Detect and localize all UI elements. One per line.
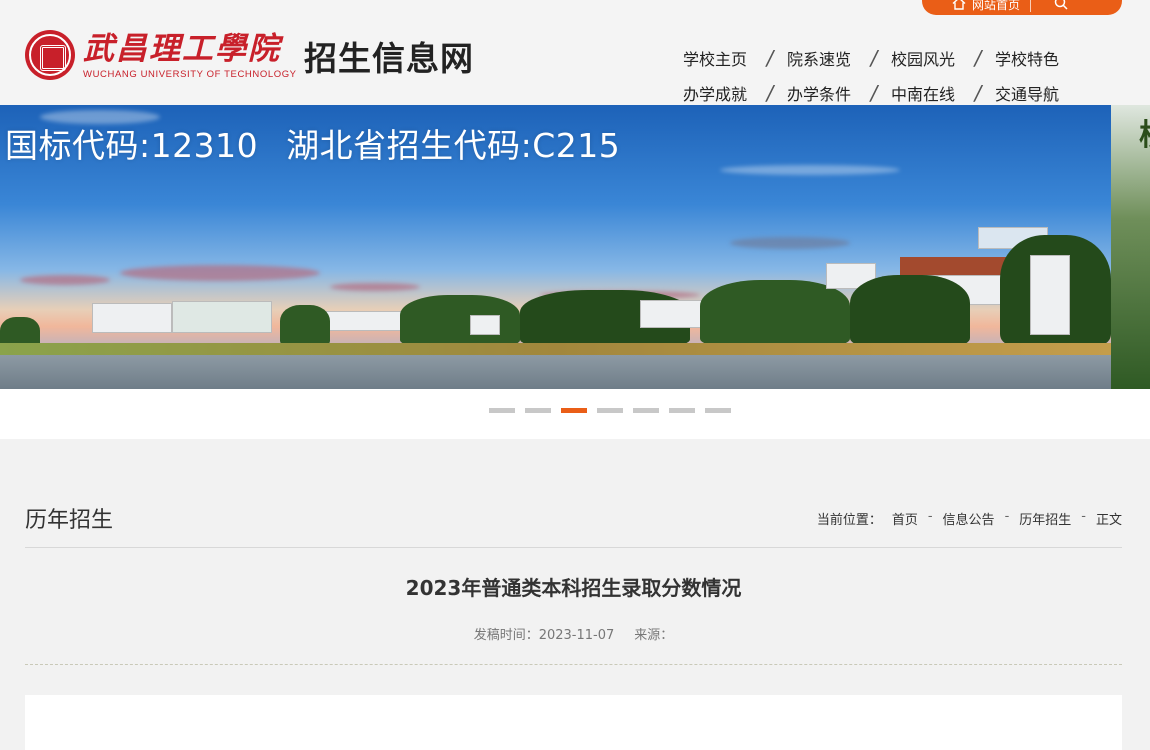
carousel-dot[interactable] [633, 408, 659, 413]
search-icon [1054, 0, 1068, 13]
search-button[interactable] [1031, 0, 1091, 15]
lake [0, 355, 1111, 389]
carousel-dot[interactable] [597, 408, 623, 413]
top-utility-bar: 网站首页 [922, 0, 1122, 15]
carousel-dot[interactable] [561, 408, 587, 413]
nav-item[interactable]: 办学成就 [683, 81, 753, 105]
site-home-link[interactable]: 网站首页 [922, 0, 1020, 15]
nav-item[interactable]: 中南在线 [891, 81, 961, 105]
article-meta: 发稿时间：2023-11-07 来源： [25, 624, 1122, 643]
carousel-dot[interactable] [669, 408, 695, 413]
nav-separator: / [766, 80, 774, 105]
hero-banner[interactable]: 校 国标代码:12310 湖北省招生代码:C215 [0, 105, 1150, 389]
breadcrumb: 当前位置： 首页 - 信息公告 - 历年招生 - 正文 [817, 509, 1122, 528]
university-logo[interactable]: 武昌理工學院 WUCHANG UNIVERSITY OF TECHNOLOGY [25, 30, 297, 80]
nav-separator: / [974, 80, 982, 105]
national-code: 国标代码:12310 [5, 126, 259, 165]
nav-item[interactable]: 学校主页 [683, 46, 753, 70]
breadcrumb-separator: - [1004, 509, 1010, 524]
article-title: 2023年普通类本科招生录取分数情况 [405, 576, 742, 600]
nav-row-1: 学校主页 / 院系速览 / 校园风光 / 学校特色 [683, 40, 1083, 75]
logo-chinese-name: 武昌理工學院 [83, 30, 281, 67]
site-header: 网站首页 武昌理工學院 WUCHANG UNIVERSITY OF TECHNO… [0, 0, 1150, 105]
nav-separator: / [870, 80, 878, 105]
article-body [25, 695, 1122, 750]
nav-separator: / [870, 45, 878, 70]
nav-item[interactable]: 院系速览 [787, 46, 857, 70]
nav-item[interactable]: 学校特色 [995, 46, 1065, 70]
breadcrumb-item[interactable]: 首页 [892, 509, 918, 528]
site-name: 招生信息网 [304, 39, 474, 78]
university-seal-icon [25, 30, 75, 80]
main-nav: 学校主页 / 院系速览 / 校园风光 / 学校特色 办学成就 / 办学条件 / 中南在线 /… [683, 40, 1083, 110]
breadcrumb-separator: - [927, 509, 933, 524]
hubei-enrollment-code: 湖北省招生代码:C215 [286, 126, 621, 165]
breadcrumb-prefix: 当前位置： [816, 513, 882, 528]
nav-item[interactable]: 交通导航 [995, 81, 1065, 105]
carousel-dot[interactable] [525, 408, 551, 413]
nav-separator: / [766, 45, 774, 70]
nav-item[interactable]: 校园风光 [891, 46, 961, 70]
home-icon [952, 0, 966, 13]
logo-english-name: WUCHANG UNIVERSITY OF TECHNOLOGY [83, 68, 297, 80]
meta-divider [25, 664, 1122, 665]
publish-date: 发稿时间：2023-11-07 [473, 628, 615, 643]
site-home-label: 网站首页 [972, 0, 1021, 12]
section-header: 历年招生 当前位置： 首页 - 信息公告 - 历年招生 - 正文 [25, 490, 1122, 548]
nav-separator: / [974, 45, 982, 70]
section-title: 历年招生 [25, 508, 114, 533]
breadcrumb-item-current: 正文 [1095, 513, 1122, 528]
banner-codes: 国标代码:12310 湖北省招生代码:C215 [5, 119, 648, 167]
carousel-dot[interactable] [705, 408, 731, 413]
breadcrumb-item[interactable]: 历年招生 [1019, 509, 1071, 528]
next-slide-preview: 校 [1111, 105, 1150, 389]
article-source: 来源： [634, 628, 674, 643]
carousel-pagination [0, 389, 1150, 439]
carousel-dot[interactable] [489, 408, 515, 413]
nav-item[interactable]: 办学条件 [787, 81, 857, 105]
breadcrumb-separator: - [1081, 509, 1086, 524]
breadcrumb-item[interactable]: 信息公告 [943, 509, 995, 528]
